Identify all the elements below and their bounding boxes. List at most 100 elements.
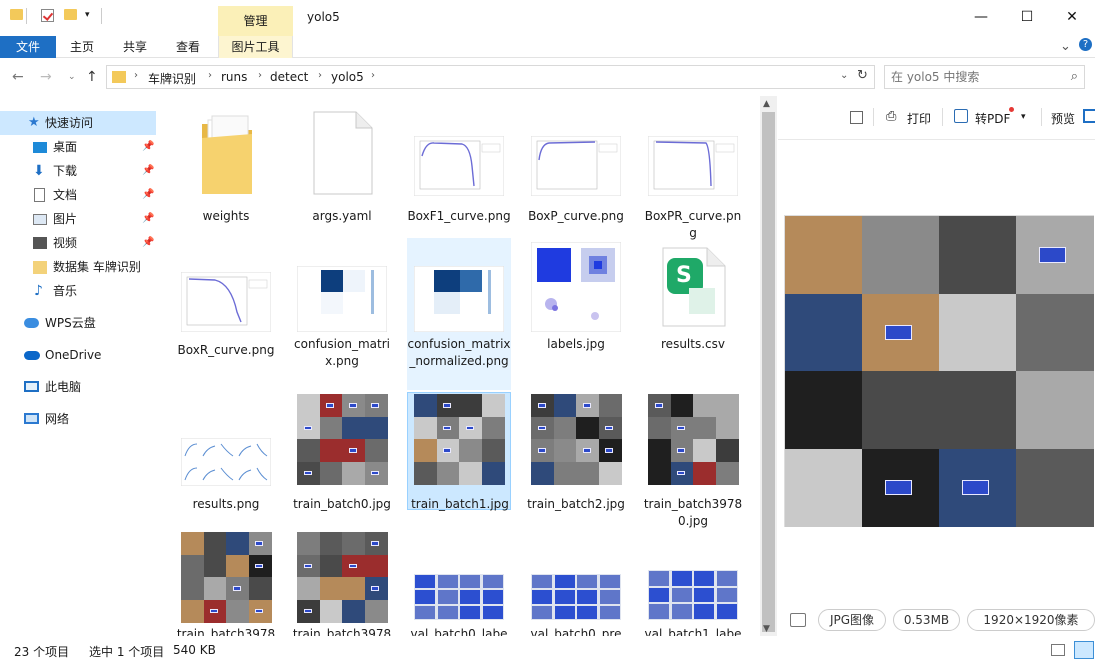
tab-file[interactable]: 文件 — [0, 36, 56, 58]
preview-button[interactable]: 预览 — [1051, 110, 1075, 127]
sidebar-item-quick-access[interactable]: ★ 快速访问 — [0, 111, 156, 135]
scroll-up-icon[interactable]: ▲ — [763, 99, 770, 109]
mosaic-tile — [297, 532, 320, 555]
pin-icon[interactable]: 📌 — [142, 135, 154, 159]
scrollbar-thumb[interactable] — [762, 112, 775, 632]
tab-share[interactable]: 共享 — [115, 36, 155, 58]
details-view-icon[interactable] — [1051, 644, 1065, 656]
folder-icon[interactable] — [10, 9, 23, 20]
file-item[interactable]: results.png — [174, 392, 278, 526]
file-item-selected[interactable]: train_batch1.jpg — [407, 392, 511, 511]
address-dropdown-icon[interactable]: ⌄ — [840, 70, 848, 81]
mosaic-tile — [939, 216, 1017, 294]
pin-icon[interactable]: 📌 — [142, 159, 154, 183]
plate-tile — [460, 590, 480, 604]
chevron-right-icon[interactable]: › — [318, 70, 322, 81]
tab-picture-tools[interactable]: 图片工具 — [218, 36, 293, 58]
back-icon[interactable]: ← — [12, 69, 24, 85]
breadcrumb-item[interactable]: yolo5 — [331, 70, 364, 84]
chevron-right-icon[interactable]: › — [134, 70, 138, 81]
large-icons-view-icon[interactable] — [1074, 641, 1094, 659]
file-item[interactable]: BoxR_curve.png — [174, 238, 278, 372]
forward-icon[interactable]: → — [40, 69, 52, 85]
file-item[interactable]: confusion_matrix.png — [290, 238, 394, 372]
properties-icon[interactable] — [41, 9, 54, 22]
sidebar-item-this-pc[interactable]: 此电脑 — [0, 375, 156, 399]
file-item[interactable]: val_batch0_pre — [524, 530, 628, 636]
vertical-scrollbar[interactable]: ▲ ▼ — [760, 96, 777, 636]
details-pane-icon[interactable] — [850, 111, 863, 124]
file-item[interactable]: confusion_matrix_normalized.png — [407, 238, 511, 390]
sidebar-item-wps-cloud[interactable]: WPS云盘 — [0, 311, 156, 335]
tab-home[interactable]: 主页 — [62, 36, 102, 58]
pdf-icon[interactable] — [954, 109, 968, 123]
app-icon[interactable] — [1083, 109, 1095, 123]
sidebar-item-onedrive[interactable]: OneDrive — [0, 343, 156, 367]
sidebar-item-documents[interactable]: 文档 📌 — [0, 183, 156, 207]
to-pdf-button[interactable]: 转PDF — [975, 110, 1010, 127]
mosaic-tile — [531, 416, 554, 440]
mosaic-tile — [319, 532, 343, 555]
chevron-right-icon[interactable]: › — [208, 70, 212, 81]
sidebar-item-downloads[interactable]: ⬇ 下载 📌 — [0, 159, 156, 183]
breadcrumb-item[interactable]: runs — [221, 70, 247, 84]
address-bar[interactable]: › 车牌识别 › runs › detect › yolo5 › ⌄ ↻ — [106, 65, 875, 89]
print-button[interactable]: 打印 — [907, 110, 931, 127]
pin-icon[interactable]: 📌 — [142, 231, 154, 255]
tab-manage[interactable]: 管理 — [218, 6, 293, 36]
mosaic-tile — [297, 599, 320, 623]
sidebar-item-desktop[interactable]: 桌面 📌 — [0, 135, 156, 159]
file-item[interactable]: train_batch2.jpg — [524, 392, 628, 526]
chevron-right-icon[interactable]: › — [258, 70, 262, 81]
printer-icon[interactable]: ⎙ — [886, 109, 896, 124]
file-name: train_batch0.jpg — [293, 497, 391, 511]
chevron-down-icon[interactable]: ▾ — [1021, 112, 1026, 122]
sidebar-item-music[interactable]: ♪ 音乐 — [0, 279, 156, 303]
breadcrumb-item[interactable]: 车牌识别 — [148, 70, 196, 87]
file-item[interactable]: weights — [174, 104, 278, 228]
file-item[interactable]: args.yaml — [290, 104, 394, 228]
file-item[interactable]: BoxF1_curve.png — [407, 104, 511, 228]
mosaic-tile — [1016, 293, 1094, 372]
sidebar-item-dataset[interactable]: 数据集 车牌识别 — [0, 255, 156, 279]
chevron-down-icon[interactable]: ▾ — [85, 10, 90, 20]
scroll-down-icon[interactable]: ▼ — [763, 624, 770, 634]
pin-icon[interactable]: 📌 — [142, 207, 154, 231]
file-item[interactable]: train_batch3978 — [290, 530, 394, 636]
info-icon[interactable] — [790, 613, 806, 627]
file-item[interactable]: S results.csv — [641, 238, 745, 372]
file-item[interactable]: train_batch0.jpg — [290, 392, 394, 526]
star-icon: ★ — [28, 115, 40, 130]
new-folder-icon[interactable] — [64, 9, 77, 20]
help-icon[interactable]: ? — [1079, 38, 1092, 51]
search-box[interactable]: ⌕ — [884, 65, 1085, 89]
sidebar-item-videos[interactable]: 视频 📌 — [0, 231, 156, 255]
recent-locations-icon[interactable]: ⌄ — [68, 72, 76, 82]
minimize-button[interactable]: — — [958, 0, 1004, 34]
mosaic-tile — [297, 577, 320, 600]
file-item[interactable]: val_batch1_labe — [641, 530, 745, 636]
plate-box — [255, 541, 264, 546]
file-item[interactable]: labels.jpg — [524, 238, 628, 372]
chevron-right-icon[interactable]: › — [371, 70, 375, 81]
sidebar-item-network[interactable]: 网络 — [0, 407, 156, 431]
refresh-icon[interactable]: ↻ — [857, 68, 868, 83]
image-thumbnail — [531, 574, 621, 620]
sidebar-item-pictures[interactable]: 图片 📌 — [0, 207, 156, 231]
file-item[interactable]: train_batch39780.jpg — [641, 392, 745, 528]
tab-view[interactable]: 查看 — [168, 36, 208, 58]
pin-icon[interactable]: 📌 — [142, 183, 154, 207]
file-item[interactable]: BoxP_curve.png — [524, 104, 628, 228]
up-icon[interactable]: ↑ — [86, 69, 98, 85]
close-button[interactable]: ✕ — [1049, 0, 1095, 34]
breadcrumb-item[interactable]: detect — [270, 70, 308, 84]
file-item[interactable]: BoxPR_curve.png — [641, 104, 745, 240]
expand-ribbon-icon[interactable]: ⌄ — [1060, 39, 1071, 54]
mosaic-tile — [181, 577, 204, 600]
maximize-button[interactable]: ☐ — [1004, 0, 1050, 34]
search-icon[interactable]: ⌕ — [1071, 69, 1078, 84]
file-item[interactable]: val_batch0_labe — [407, 530, 511, 636]
search-input[interactable] — [891, 69, 1061, 85]
mosaic-tile — [785, 216, 863, 294]
file-item[interactable]: train_batch3978 — [174, 530, 278, 636]
